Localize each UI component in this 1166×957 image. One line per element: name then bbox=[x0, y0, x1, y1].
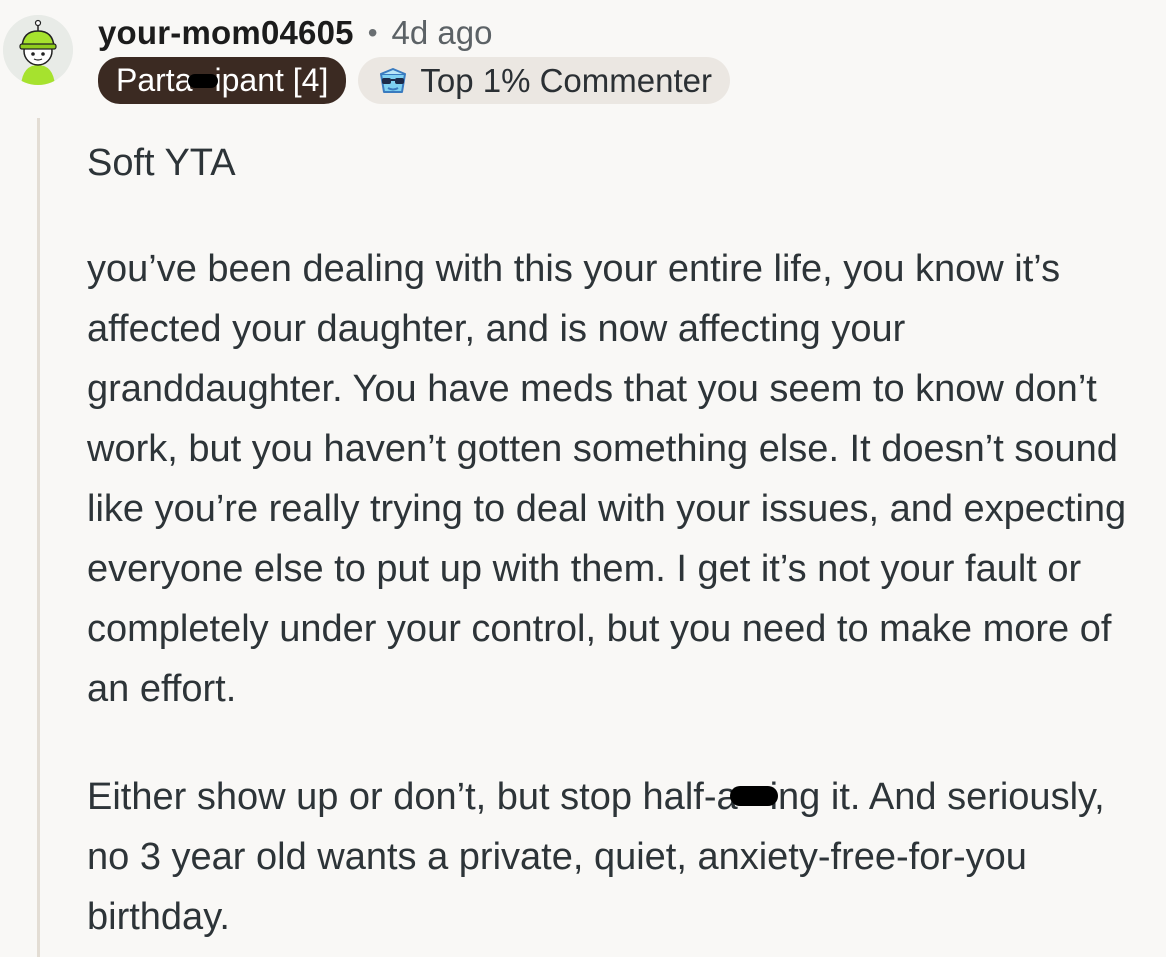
flair-text-start: Parta bbox=[116, 62, 193, 98]
flair-text-end: ipant [4] bbox=[214, 62, 329, 98]
separator-dot: • bbox=[367, 17, 378, 48]
comment-paragraph: Either show up or don’t, but stop half-a… bbox=[87, 767, 1157, 947]
comment-header: your-mom04605 • 4d ago bbox=[98, 10, 492, 56]
user-flair: Parta ipant [4] bbox=[98, 57, 347, 104]
achievement-badge[interactable]: Top 1% Commenter bbox=[358, 57, 730, 104]
achievement-label: Top 1% Commenter bbox=[420, 62, 712, 99]
comment-body: Soft YTA you’ve been dealing with this y… bbox=[87, 133, 1157, 947]
username-link[interactable]: your-mom04605 bbox=[98, 14, 354, 52]
avatar[interactable] bbox=[3, 15, 73, 85]
flair-row: Parta ipant [4] Top 1% Commenter bbox=[98, 57, 730, 104]
redaction-mark bbox=[729, 785, 778, 806]
comment-paragraph: you’ve been dealing with this your entir… bbox=[87, 248, 1127, 710]
sunglasses-badge-icon bbox=[380, 67, 407, 93]
paragraph-text-start: Either show up or don’t, but stop half-a bbox=[87, 776, 738, 818]
comment-paragraph: Soft YTA bbox=[87, 142, 236, 184]
comment-age: 4d ago bbox=[391, 14, 493, 51]
thread-line[interactable] bbox=[37, 118, 40, 957]
redaction-mark bbox=[188, 73, 219, 88]
comment: your-mom04605 • 4d ago Parta ipant [4] To… bbox=[0, 0, 1166, 957]
avatar-icon bbox=[3, 15, 73, 85]
